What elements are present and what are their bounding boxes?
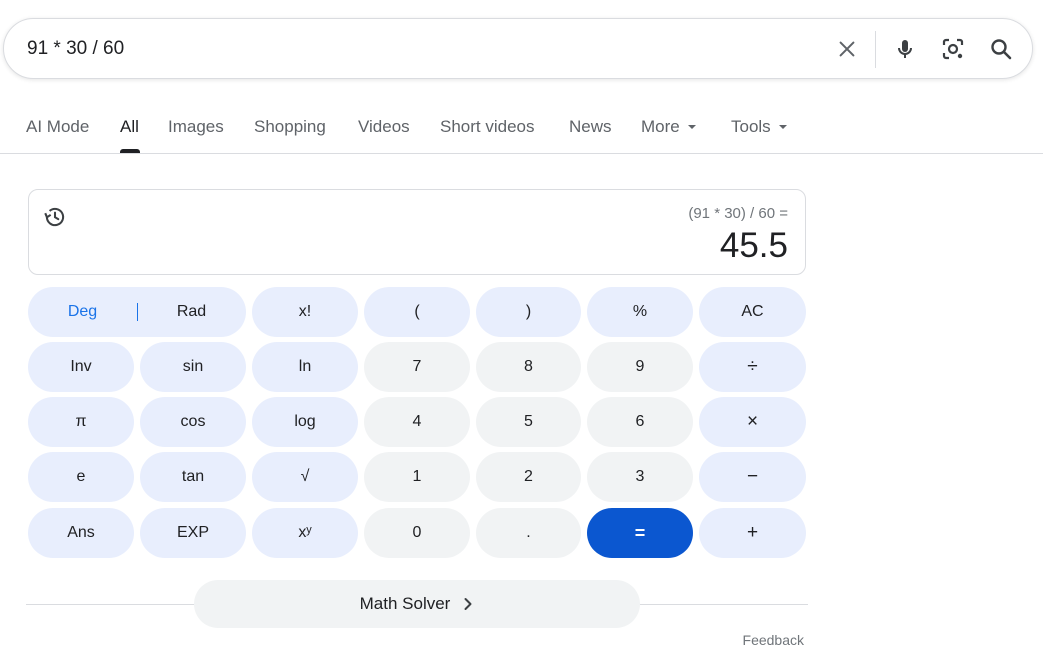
calculator-display: (91 * 30) / 60 = 45.5 bbox=[28, 189, 806, 275]
percent-key[interactable]: % bbox=[587, 287, 693, 337]
tab-news[interactable]: News bbox=[569, 117, 612, 137]
tab-videos[interactable]: Videos bbox=[358, 117, 410, 137]
all-clear-key[interactable]: AC bbox=[699, 287, 806, 337]
digit-4-key[interactable]: 4 bbox=[364, 397, 470, 447]
divide-key[interactable]: ÷ bbox=[699, 342, 806, 392]
chevron-right-icon bbox=[462, 597, 474, 611]
add-key[interactable]: + bbox=[699, 508, 806, 558]
tab-shopping[interactable]: Shopping bbox=[254, 117, 326, 137]
euler-key[interactable]: e bbox=[28, 452, 134, 502]
camera-lens-icon[interactable] bbox=[938, 34, 968, 64]
chevron-down-icon bbox=[687, 124, 696, 129]
tan-key[interactable]: tan bbox=[140, 452, 246, 502]
exp-key[interactable]: EXP bbox=[140, 508, 246, 558]
answer-key[interactable]: Ans bbox=[28, 508, 134, 558]
digit-1-key[interactable]: 1 bbox=[364, 452, 470, 502]
calculator-result: 45.5 bbox=[719, 226, 788, 265]
search-bar-divider bbox=[875, 31, 876, 68]
math-solver-label: Math Solver bbox=[359, 594, 451, 613]
calculator-expression: (91 * 30) / 60 = bbox=[688, 205, 788, 222]
search-input[interactable] bbox=[27, 34, 807, 64]
tab-images[interactable]: Images bbox=[168, 117, 224, 137]
tab-more[interactable]: More bbox=[641, 117, 696, 137]
chevron-down-icon bbox=[778, 124, 787, 129]
search-bar bbox=[3, 18, 1033, 79]
decimal-key[interactable]: . bbox=[476, 508, 581, 558]
inverse-key[interactable]: Inv bbox=[28, 342, 134, 392]
digit-7-key[interactable]: 7 bbox=[364, 342, 470, 392]
equals-key[interactable]: = bbox=[587, 508, 693, 558]
microphone-icon[interactable] bbox=[890, 34, 920, 64]
power-key[interactable]: xʸ bbox=[252, 508, 358, 558]
feedback-link[interactable]: Feedback bbox=[743, 632, 804, 648]
tab-short-videos[interactable]: Short videos bbox=[440, 117, 535, 137]
log-key[interactable]: log bbox=[252, 397, 358, 447]
angle-mode-toggle: Deg Rad bbox=[28, 287, 246, 337]
digit-9-key[interactable]: 9 bbox=[587, 342, 693, 392]
digit-8-key[interactable]: 8 bbox=[476, 342, 581, 392]
digit-3-key[interactable]: 3 bbox=[587, 452, 693, 502]
digit-6-key[interactable]: 6 bbox=[587, 397, 693, 447]
tab-tools-label: Tools bbox=[731, 117, 771, 136]
active-tab-indicator bbox=[120, 149, 140, 153]
tab-more-label: More bbox=[641, 117, 680, 136]
math-solver-button[interactable]: Math Solver bbox=[194, 580, 640, 628]
close-icon[interactable] bbox=[832, 34, 862, 64]
close-paren-key[interactable]: ) bbox=[476, 287, 581, 337]
tab-tools[interactable]: Tools bbox=[731, 117, 787, 137]
deg-button[interactable]: Deg bbox=[28, 287, 137, 337]
tab-ai-mode[interactable]: AI Mode bbox=[26, 117, 89, 137]
ln-key[interactable]: ln bbox=[252, 342, 358, 392]
sin-key[interactable]: sin bbox=[140, 342, 246, 392]
square-root-key[interactable]: √ bbox=[252, 452, 358, 502]
rad-button[interactable]: Rad bbox=[137, 287, 246, 337]
pi-key[interactable]: π bbox=[28, 397, 134, 447]
search-tabs: AI Mode All Images Shopping Videos Short… bbox=[0, 100, 1043, 154]
search-icon[interactable] bbox=[986, 34, 1016, 64]
digit-0-key[interactable]: 0 bbox=[364, 508, 470, 558]
subtract-key[interactable]: − bbox=[699, 452, 806, 502]
factorial-key[interactable]: x! bbox=[252, 287, 358, 337]
tab-all[interactable]: All bbox=[120, 117, 139, 137]
history-icon[interactable] bbox=[42, 204, 68, 230]
open-paren-key[interactable]: ( bbox=[364, 287, 470, 337]
digit-5-key[interactable]: 5 bbox=[476, 397, 581, 447]
digit-2-key[interactable]: 2 bbox=[476, 452, 581, 502]
multiply-key[interactable]: × bbox=[699, 397, 806, 447]
cos-key[interactable]: cos bbox=[140, 397, 246, 447]
